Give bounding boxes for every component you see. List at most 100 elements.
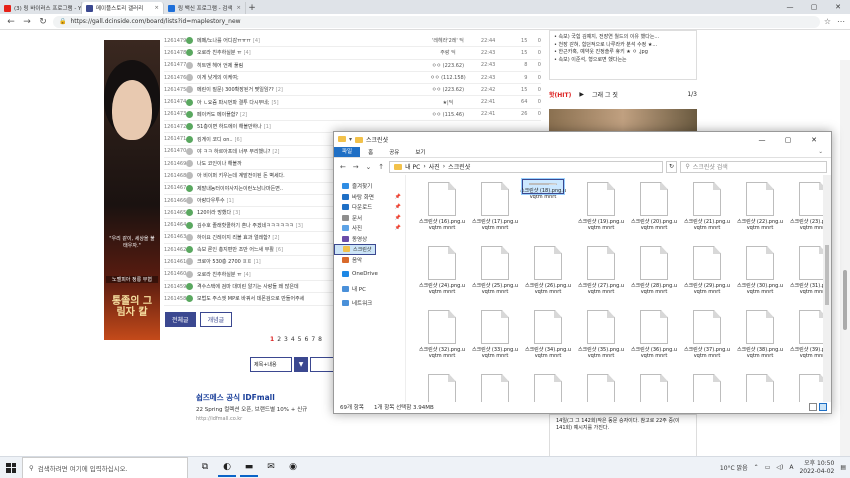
tab-close-icon[interactable]: × <box>154 5 159 11</box>
ribbon-tab-share[interactable]: 공유 <box>381 147 407 157</box>
post-row[interactable]: 1261477 히트맨 헤어 언제 풀림 ㅇㅇ (223.62) 22:43 8 0 <box>164 60 541 72</box>
nav-item[interactable]: 다운로드 📌 <box>334 202 405 213</box>
post-title-text[interactable]: 120이라 망했다 <box>197 210 231 216</box>
page-link[interactable]: 3 <box>284 336 288 343</box>
comment-count[interactable]: [1] <box>227 198 234 204</box>
post-author[interactable]: '레헤라'2레' 딕 <box>415 37 481 44</box>
weather-widget[interactable]: 10°C 맑음 <box>720 463 748 472</box>
post-title-text[interactable]: 이게 낮게의 이케여; <box>197 75 239 81</box>
file-item[interactable]: 스크린샷 (25).png.uvqtm mnrt <box>469 243 521 307</box>
forward-icon[interactable]: → <box>21 17 33 27</box>
post-title-text[interactable]: 히트맨 헤어 언제 풀림 <box>197 63 243 69</box>
taskbar-search-box[interactable]: ⚲ 검색하려면 여기에 입력하십시오. <box>22 456 188 478</box>
nav-item[interactable]: OneDrive <box>334 269 405 280</box>
minimize-button[interactable]: — <box>778 0 802 14</box>
volume-icon[interactable]: ◁) <box>776 464 783 471</box>
post-row[interactable]: 1261476 이게 낮게의 이케여; ㅇㅇ (112.158) 22:43 9 0 <box>164 72 541 85</box>
page-scrollbar[interactable] <box>840 60 850 478</box>
post-title-text[interactable]: 제발내농터이야사지는이런노남나마든면.. <box>197 186 283 192</box>
close-button[interactable]: ✕ <box>826 0 850 14</box>
explorer-scroll-thumb[interactable] <box>825 245 829 305</box>
file-item[interactable]: 스크린샷 (34).png.uvqtm mnrt <box>522 307 574 371</box>
post-title-text[interactable]: 오로라 친추하실분 ㅠ <box>197 272 242 278</box>
ad-url[interactable]: http://idfmall.co.kr <box>196 416 346 422</box>
file-item[interactable]: 스크린샷 (17).png.uvqtm mnrt <box>469 179 521 243</box>
page-link[interactable]: 1 <box>270 336 274 343</box>
post-title-text[interactable]: 아 ㄴ요즘 파시먼파 결투 다시부네; <box>197 100 269 106</box>
all-posts-button[interactable]: 전체글 <box>165 312 196 327</box>
file-item[interactable]: 스크린샷 (36).png.uvqtm mnrt <box>628 307 680 371</box>
nav-item[interactable]: 네트워크 <box>334 298 405 309</box>
comment-count[interactable]: [3] <box>296 223 303 229</box>
forward-icon[interactable]: → <box>351 163 361 171</box>
tab-hit-arrow-icon[interactable]: ▶ <box>579 91 584 98</box>
page-link[interactable]: 6 <box>305 336 309 343</box>
explorer-close-button[interactable]: ✕ <box>801 136 827 144</box>
page-link[interactable]: 2 <box>277 336 281 343</box>
ime-indicator[interactable]: A <box>789 464 793 471</box>
file-explorer-icon[interactable]: ▬ <box>240 459 258 477</box>
post-row[interactable]: 1261473 페이커도 메이플함? [2] ㅇㅇ (115.46) 22:41 26 0 <box>164 109 541 122</box>
browser-tab[interactable]: (3) 링 바이러스 프로그램 - YouT× <box>0 2 82 14</box>
file-item[interactable]: 스크린샷 (21).png.uvqtm mnrt <box>681 179 733 243</box>
post-author[interactable]: ★|딕 <box>415 99 481 106</box>
nav-item[interactable]: 즐겨찾기 <box>334 181 405 192</box>
explorer-minimize-button[interactable]: — <box>749 136 775 144</box>
recent-chevron-icon[interactable]: ⌄ <box>364 163 374 171</box>
file-item[interactable]: 스크린샷 (38).png.uvqtm mnrt <box>734 307 786 371</box>
file-item[interactable]: 스크린샷 (19).png.uvqtm mnrt <box>575 179 627 243</box>
post-title-text[interactable]: 야 ㅋㅋ 하르아프데 너무 무리했니? <box>197 149 270 155</box>
browser-tab[interactable]: 링 백신 프로그램 - 검색 × <box>164 2 246 14</box>
post-title[interactable]: 페이커도 메이플함? [2] <box>197 111 415 118</box>
comment-count[interactable]: [4] <box>244 50 251 56</box>
maximize-button[interactable]: ▢ <box>802 0 826 14</box>
page-link[interactable]: 8 <box>318 336 322 343</box>
chevron-down-icon[interactable]: ▼ <box>294 357 308 372</box>
comment-count[interactable]: [1] <box>264 124 271 130</box>
nav-item[interactable]: 스크린샷 <box>334 244 376 255</box>
path-segment-screenshots[interactable]: 스크린샷 <box>448 162 470 171</box>
comment-count[interactable]: [6] <box>235 137 242 143</box>
file-item[interactable]: 스크린샷 (22).png.uvqtm mnrt <box>734 179 786 243</box>
post-title-text[interactable]: 오로라 친추하실분 ㅠ <box>197 50 242 56</box>
path-segment-pc[interactable]: 내 PC <box>405 162 420 171</box>
post-title-text[interactable]: 메페/노나를 어디감ㅠㅠㅠ <box>197 38 251 44</box>
large-icons-view-icon[interactable] <box>819 403 827 411</box>
back-icon[interactable]: ← <box>5 17 17 27</box>
file-item[interactable]: 스크린샷 (33).png.uvqtm mnrt <box>469 307 521 371</box>
comment-count[interactable]: [2] <box>272 149 279 155</box>
file-item[interactable]: 스크린샷 (37).png.uvqtm mnrt <box>681 307 733 371</box>
text-ad[interactable]: 쉽즈메스 공식 IDFmall 22 Spring 컬렉션 오픈, 브랜드별 1… <box>196 392 346 422</box>
comment-count[interactable]: [6] <box>276 247 283 253</box>
comment-count[interactable]: [3] <box>233 210 240 216</box>
post-row[interactable]: 1261478 오로라 친추하실분 ㅠ [4] 주랑 딕 22:43 15 0 <box>164 47 541 60</box>
ribbon-tab-file[interactable]: 파일 <box>334 147 361 157</box>
post-author[interactable]: ㅇㅇ (112.158) <box>415 74 481 81</box>
back-icon[interactable]: ← <box>338 163 348 171</box>
ribbon-tab-view[interactable]: 보기 <box>407 147 433 157</box>
comment-count[interactable]: [4] <box>253 38 260 44</box>
file-item[interactable] <box>575 371 627 402</box>
post-row[interactable]: 1261474 아 ㄴ요즘 파시먼파 결투 다시부네; [5] ★|딕 22:41 64 0 <box>164 96 541 109</box>
post-author[interactable]: ㅇㅇ (223.62) <box>415 86 481 93</box>
file-item[interactable]: 스크린샷 (35).png.uvqtm mnrt <box>575 307 627 371</box>
more-menu-icon[interactable]: ⋯ <box>837 17 845 26</box>
explorer-path[interactable]: 내 PC › 사진 › 스크린샷 <box>389 160 663 173</box>
post-row[interactable]: 1261479 메페/노나를 어디감ㅠㅠㅠ [4] '레헤라'2레' 딕 22:44 15… <box>164 35 541 48</box>
post-title[interactable]: 아 ㄴ요즘 파시먼파 결투 다시부네; [5] <box>197 99 415 106</box>
nav-item[interactable]: 문서 📌 <box>334 213 405 224</box>
novel-ad-banner[interactable]: "우리 같이, 세상을 불태우자." 노벨피아 정룡 무협 통졸의 그림자 칼 <box>104 40 160 340</box>
post-title-text[interactable]: 격수스택에 검마 대미린 알기는 사랑들 왜 많은데 <box>197 284 299 290</box>
nav-item[interactable]: 내 PC <box>334 284 405 295</box>
file-item[interactable] <box>681 371 733 402</box>
post-author[interactable]: ㅇㅇ (115.46) <box>415 111 481 118</box>
edge-icon[interactable]: ◐ <box>218 459 236 477</box>
post-title-text[interactable]: 속보 론인 총지편만 조만 어느새 부활 <box>197 247 274 253</box>
explorer-scrollbar[interactable] <box>823 175 831 402</box>
notifications-icon[interactable]: ▤ <box>840 464 846 471</box>
ad-title[interactable]: 쉽즈메스 공식 IDFmall <box>196 392 346 403</box>
page-scroll-thumb[interactable] <box>843 270 847 330</box>
tray-chevron-icon[interactable]: ⌃ <box>754 464 759 471</box>
file-item[interactable] <box>416 371 468 402</box>
browser-tab[interactable]: 메이플스토리 갤러리 × <box>82 2 164 14</box>
